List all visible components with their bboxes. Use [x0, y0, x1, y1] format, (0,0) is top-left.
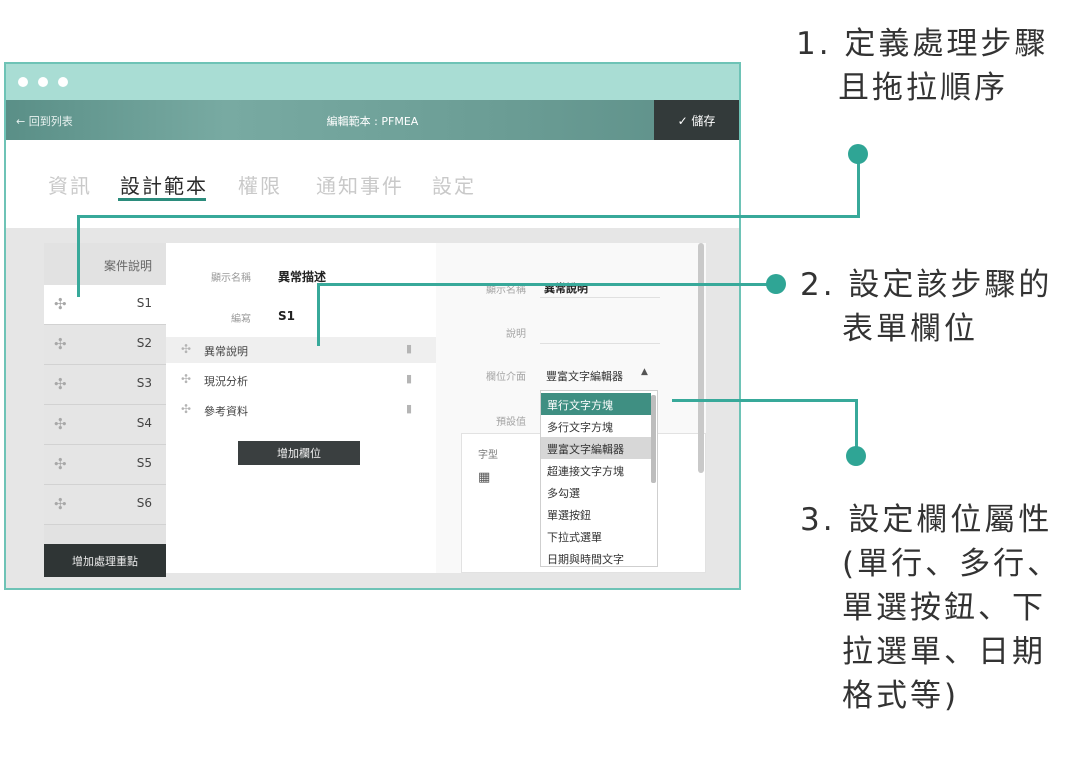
step-item[interactable]: ✣ S3 [44, 365, 166, 405]
annotation-line: 拉選單、日期 [842, 634, 1046, 670]
step-detail-panel: 顯示名稱 異常描述 編寫 S1 ✣ 異常說明 ▮ ✣ 現況分析 ▮ ✣ 參考資料… [166, 243, 436, 573]
field-detail-panel: 顯示名稱 異常說明 說明 欄位介面 豐富文字編輯器 ▲ 預設值 字型 ▦ 單行文… [436, 243, 706, 573]
panel-scrollbar[interactable] [698, 243, 704, 473]
page-title: 編輯範本 : PFMEA [326, 115, 419, 128]
step-id: S6 [136, 496, 152, 510]
annotation-dot [848, 144, 868, 164]
trash-icon[interactable]: ▮ [406, 402, 412, 415]
field-name: 現況分析 [204, 375, 248, 388]
dropdown-scrollbar[interactable] [651, 395, 656, 483]
window-titlebar [6, 64, 739, 100]
drag-handle-icon[interactable]: ✣ [54, 495, 67, 513]
connector-line [77, 215, 860, 218]
default-value-label: 預設值 [496, 417, 526, 428]
annotation-line: (單行、多行、 [842, 546, 1062, 582]
drag-handle-icon[interactable]: ✣ [54, 295, 67, 313]
step-id: S4 [136, 416, 152, 430]
code-label: 編寫 [231, 314, 251, 325]
drag-handle-icon[interactable]: ✣ [54, 335, 67, 353]
connector-line [77, 217, 80, 297]
drag-handle-icon[interactable]: ✣ [54, 375, 67, 393]
dropdown-option[interactable]: 超連接文字方塊 [541, 459, 651, 481]
annotation-dot [766, 274, 786, 294]
dropdown-option[interactable]: 單行文字方塊 [541, 393, 651, 415]
add-field-button[interactable]: 增加欄位 [238, 441, 360, 465]
divider [540, 297, 660, 298]
step-item[interactable]: ✣ S5 [44, 445, 166, 485]
field-type-label: 欄位介面 [486, 372, 526, 383]
field-name: 異常說明 [204, 345, 248, 358]
add-step-button[interactable]: 增加處理重點 [44, 544, 166, 577]
annotation-line: 表單欄位 [842, 311, 978, 347]
annotation-line: 3. 設定欄位屬性 [800, 502, 1053, 538]
annotation-line: 且拖拉順序 [838, 70, 1008, 106]
window-dot-minimize[interactable] [38, 77, 48, 87]
field-item[interactable]: ✣ 異常說明 ▮ [166, 337, 436, 363]
dropdown-option[interactable]: 單選按鈕 [541, 503, 651, 525]
tab-design-template[interactable]: 設計範本 [120, 170, 208, 199]
step-list: 案件說明 ✣ S1 ✣ S2 ✣ S3 ✣ S4 ✣ S5 ✣ S6 增加處理重… [44, 243, 166, 577]
step-id: S5 [136, 456, 152, 470]
save-button[interactable]: ✓ 儲存 [654, 100, 739, 140]
app-header: ← 回到列表 編輯範本 : PFMEA ✓ 儲存 [6, 100, 739, 140]
font-label[interactable]: 字型 [478, 446, 498, 461]
dropdown-option[interactable]: 豐富文字編輯器 [541, 437, 651, 459]
step-id: S3 [136, 376, 152, 390]
table-icon[interactable]: ▦ [478, 470, 490, 485]
field-item[interactable]: ✣ 現況分析 ▮ [166, 367, 436, 393]
drag-handle-icon[interactable]: ✣ [181, 402, 191, 416]
field-item[interactable]: ✣ 參考資料 ▮ [166, 397, 436, 423]
step-item[interactable]: ✣ S6 [44, 485, 166, 525]
step-list-header[interactable]: 案件說明 [44, 243, 166, 285]
code-value[interactable]: S1 [278, 309, 295, 323]
connector-line [317, 283, 777, 286]
annotation-step-2: 2. 設定該步驟的 表單欄位 [800, 263, 1052, 351]
connector-line [857, 155, 860, 217]
tab-permissions[interactable]: 權限 [238, 170, 282, 199]
annotation-line: 2. 設定該步驟的 [800, 267, 1053, 303]
window-dot-close[interactable] [18, 77, 28, 87]
dropdown-option[interactable]: 多行文字方塊 [541, 415, 651, 437]
dropdown-option[interactable]: 日期與時間文字 [541, 547, 651, 566]
annotation-step-1: 1. 定義處理步驟 且拖拉順序 [796, 22, 1048, 110]
step-item[interactable]: ✣ S2 [44, 325, 166, 365]
drag-handle-icon[interactable]: ✣ [54, 415, 67, 433]
step-id: S1 [136, 296, 152, 310]
trash-icon[interactable]: ▮ [406, 372, 412, 385]
drag-handle-icon[interactable]: ✣ [181, 372, 191, 386]
connector-line [672, 399, 858, 402]
field-type-select[interactable]: 豐富文字編輯器 [546, 368, 623, 384]
window-dot-maximize[interactable] [58, 77, 68, 87]
tab-info[interactable]: 資訊 [48, 170, 92, 199]
step-id: S2 [136, 336, 152, 350]
caret-up-icon[interactable]: ▲ [641, 367, 648, 377]
field-desc-label: 說明 [506, 329, 526, 340]
tab-settings[interactable]: 設定 [432, 170, 476, 199]
annotation-step-3: 3. 設定欄位屬性 (單行、多行、 單選按鈕、下 拉選單、日期 格式等) [800, 498, 1061, 718]
drag-handle-icon[interactable]: ✣ [54, 455, 67, 473]
step-item[interactable]: ✣ S1 [44, 285, 166, 325]
field-name: 參考資料 [204, 405, 248, 418]
drag-handle-icon[interactable]: ✣ [181, 342, 191, 356]
app-window: ← 回到列表 編輯範本 : PFMEA ✓ 儲存 資訊 設計範本 權限 通知事件… [4, 62, 741, 590]
annotation-line: 單選按鈕、下 [842, 590, 1046, 626]
field-type-dropdown: 單行文字方塊 多行文字方塊 豐富文字編輯器 超連接文字方塊 多勾選 單選按鈕 下… [540, 390, 658, 567]
dropdown-option[interactable]: 下拉式選單 [541, 525, 651, 547]
display-name-label: 顯示名稱 [211, 273, 251, 284]
dropdown-option[interactable]: 多勾選 [541, 481, 651, 503]
annotation-line: 格式等) [842, 678, 960, 714]
tab-notifications[interactable]: 通知事件 [316, 170, 404, 199]
annotation-dot [846, 446, 866, 466]
field-desc-input[interactable] [540, 343, 660, 344]
trash-icon[interactable]: ▮ [406, 342, 412, 355]
active-tab-indicator [118, 198, 206, 201]
connector-line [317, 284, 320, 346]
annotation-line: 1. 定義處理步驟 [796, 26, 1049, 62]
step-item[interactable]: ✣ S4 [44, 405, 166, 445]
